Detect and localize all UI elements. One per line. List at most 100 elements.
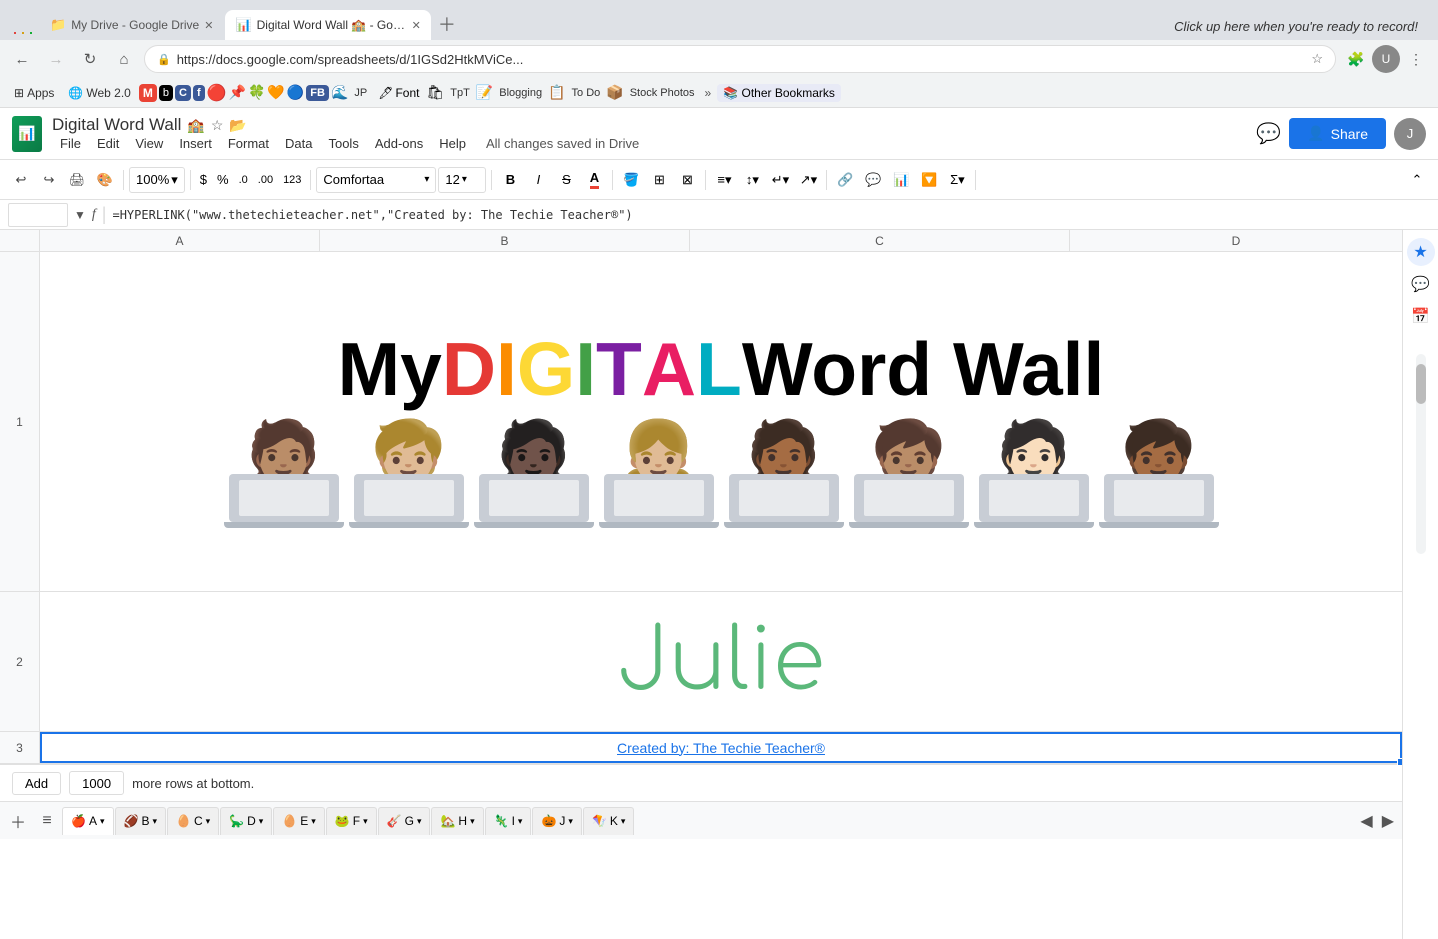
maximize-window-button[interactable] xyxy=(30,32,32,34)
bookmark-font[interactable]: 🖋 Font xyxy=(373,84,424,102)
rows-count-input[interactable] xyxy=(69,771,124,795)
function-icon[interactable]: f xyxy=(92,207,96,223)
more-menu[interactable]: ⋮ xyxy=(1402,45,1430,73)
bookmark-more[interactable]: » xyxy=(701,84,716,102)
new-tab-button[interactable]: ＋ xyxy=(433,10,461,38)
rotate-button[interactable]: ↗▾ xyxy=(795,167,821,193)
star-icon[interactable]: ☆ xyxy=(1311,51,1323,67)
decimal0-button[interactable]: .0 xyxy=(235,167,252,193)
paint-format-button[interactable]: 🎨 xyxy=(92,167,118,193)
link-button[interactable]: 🔗 xyxy=(832,167,858,193)
bookmark-web20[interactable]: 🌐 Web 2.0 xyxy=(62,84,136,102)
zoom-selector[interactable]: 100% ▾ xyxy=(129,167,185,193)
bookmark-ext1[interactable]: 🔴 xyxy=(207,83,227,103)
align-button[interactable]: ≡▾ xyxy=(711,167,737,193)
formula-content[interactable]: =HYPERLINK("www.thetechieteacher.net","C… xyxy=(112,208,1430,222)
decimal00-button[interactable]: .00 xyxy=(254,167,277,193)
bookmark-jp[interactable]: JP xyxy=(350,85,371,101)
bookmark-tpt[interactable]: TpT xyxy=(446,85,474,101)
comment-toolbar-button[interactable]: 💬 xyxy=(860,167,886,193)
drive-tab-close[interactable]: ✕ xyxy=(204,19,213,32)
sheet-tab-b[interactable]: 🏈B▾ xyxy=(115,807,167,835)
add-rows-button[interactable]: Add xyxy=(12,772,61,795)
col-header-c[interactable]: C xyxy=(690,230,1070,251)
more-formats-button[interactable]: 123 xyxy=(279,167,305,193)
profile-menu[interactable]: U xyxy=(1372,45,1400,73)
calendar-sidebar-icon[interactable]: 📅 xyxy=(1407,302,1435,330)
bookmark-apps[interactable]: ⊞ Apps xyxy=(8,84,60,102)
print-button[interactable]: 🖨 xyxy=(64,167,90,193)
function-button[interactable]: Σ▾ xyxy=(944,167,970,193)
tab-sheets[interactable]: 📊 Digital Word Wall 🏫 - Google... ✕ xyxy=(225,10,430,40)
merge-button[interactable]: ⊠ xyxy=(674,167,700,193)
row-3-link-cell[interactable]: Created by: The Techie Teacher® xyxy=(40,732,1402,763)
row-2-number[interactable]: 2 xyxy=(0,592,40,731)
row-2-name-cell[interactable]: Julie xyxy=(40,592,1402,731)
bookmark-blogging[interactable]: Blogging xyxy=(495,85,546,101)
hide-toolbar-button[interactable]: ⌃ xyxy=(1404,167,1430,193)
tab-drive[interactable]: 📁 My Drive - Google Drive ✕ xyxy=(40,10,223,40)
explore-sidebar-icon[interactable]: ★ xyxy=(1407,238,1435,266)
menu-addons[interactable]: Add-ons xyxy=(367,135,431,152)
chat-sidebar-icon[interactable]: 💬 xyxy=(1407,270,1435,298)
font-size-selector[interactable]: 12 ▾ xyxy=(438,167,486,193)
valign-button[interactable]: ↕▾ xyxy=(739,167,765,193)
bookmark-ext6[interactable]: 🛍 xyxy=(426,84,444,101)
italic-button[interactable]: I xyxy=(525,167,551,193)
col-header-a[interactable]: A xyxy=(40,230,320,251)
filter-button[interactable]: 🔽 xyxy=(916,167,942,193)
sheet-tab-a[interactable]: 🍎A▾ xyxy=(62,807,114,835)
chart-button[interactable]: 📊 xyxy=(888,167,914,193)
sheet-tab-c[interactable]: 🥚C▾ xyxy=(167,807,219,835)
bookmark-g[interactable]: 🌊 xyxy=(331,84,348,101)
sheet-tab-k[interactable]: 🪁K▾ xyxy=(583,807,635,835)
text-color-button[interactable]: A xyxy=(581,167,607,193)
bookmark-other[interactable]: 📚 Other Bookmarks xyxy=(717,84,841,102)
strikethrough-button[interactable]: S xyxy=(553,167,579,193)
borders-button[interactable]: ⊞ xyxy=(646,167,672,193)
currency-button[interactable]: $ xyxy=(196,167,211,193)
fill-color-button[interactable]: 🪣 xyxy=(618,167,644,193)
minimize-window-button[interactable] xyxy=(22,32,24,34)
back-button[interactable]: ← xyxy=(8,45,36,73)
sheet-tab-d[interactable]: 🦕D▾ xyxy=(220,807,272,835)
wrap-button[interactable]: ↵▾ xyxy=(767,167,793,193)
scrollbar-thumb[interactable] xyxy=(1416,364,1426,404)
credit-link[interactable]: Created by: The Techie Teacher® xyxy=(617,740,825,756)
comment-button[interactable]: 💬 xyxy=(1256,121,1281,146)
bookmark-fb[interactable]: FB xyxy=(306,85,329,101)
bookmark-ext8[interactable]: 📋 xyxy=(548,84,565,101)
redo-button[interactable]: ↪ xyxy=(36,167,62,193)
menu-edit[interactable]: Edit xyxy=(89,135,127,152)
col-header-d[interactable]: D xyxy=(1070,230,1402,251)
address-bar[interactable]: 🔒 https://docs.google.com/spreadsheets/d… xyxy=(144,45,1336,73)
bookmark-ext2[interactable]: 📌 xyxy=(229,84,246,101)
menu-format[interactable]: Format xyxy=(220,135,277,152)
percent-button[interactable]: % xyxy=(213,167,233,193)
share-button[interactable]: 👤 Share xyxy=(1289,118,1386,149)
vertical-scrollbar[interactable] xyxy=(1416,354,1426,554)
user-avatar[interactable]: J xyxy=(1394,118,1426,150)
home-button[interactable]: ⌂ xyxy=(110,45,138,73)
row-1-number[interactable]: 1 xyxy=(0,252,40,591)
cell-reference[interactable] xyxy=(8,203,68,227)
sheet-menu-button[interactable]: ≡ xyxy=(33,807,61,835)
menu-view[interactable]: View xyxy=(127,135,171,152)
sheet-tab-j[interactable]: 🎃J▾ xyxy=(532,807,581,835)
menu-insert[interactable]: Insert xyxy=(171,135,220,152)
bookmark-b[interactable]: b xyxy=(159,85,173,101)
menu-file[interactable]: File xyxy=(52,135,89,152)
bookmark-ext9[interactable]: 📦 xyxy=(606,84,623,101)
menu-data[interactable]: Data xyxy=(277,135,320,152)
add-sheet-button[interactable]: ＋ xyxy=(4,807,32,835)
bookmark-ext4[interactable]: 🧡 xyxy=(267,84,284,101)
undo-button[interactable]: ↩ xyxy=(8,167,34,193)
row-1-merged-cell[interactable]: My D I G I T A L Word Wall xyxy=(40,252,1402,591)
sheet-tab-f[interactable]: 🐸F▾ xyxy=(326,807,377,835)
extensions-icon[interactable]: 🧩 xyxy=(1342,45,1370,73)
bookmark-stock[interactable]: Stock Photos xyxy=(626,85,699,101)
bold-button[interactable]: B xyxy=(497,167,523,193)
sheets-tab-close[interactable]: ✕ xyxy=(412,19,421,32)
sheet-tab-i[interactable]: 🦎I▾ xyxy=(485,807,532,835)
forward-button[interactable]: → xyxy=(42,45,70,73)
